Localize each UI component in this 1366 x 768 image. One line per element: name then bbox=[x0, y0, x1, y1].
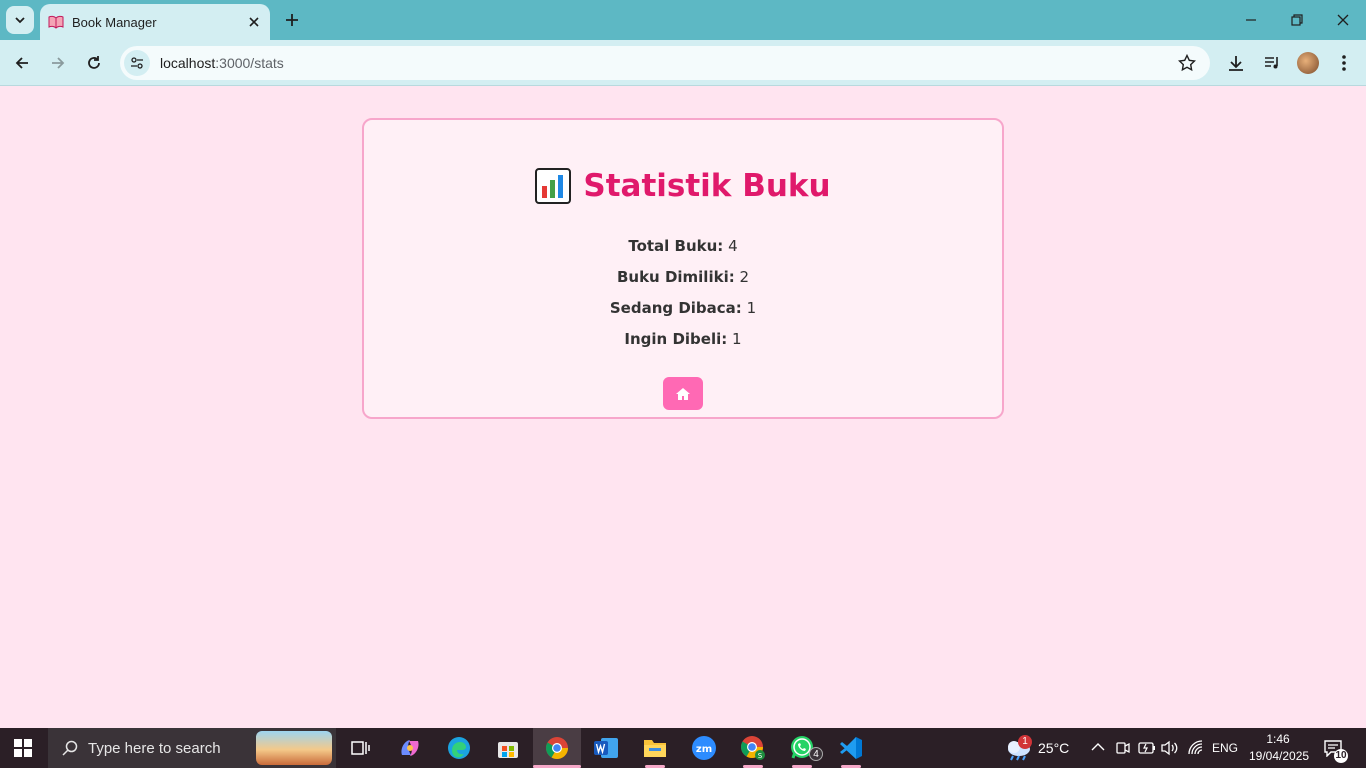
stat-value: 2 bbox=[739, 268, 750, 286]
edge-icon[interactable] bbox=[435, 728, 483, 768]
chrome-taskbar-icon[interactable] bbox=[533, 728, 581, 768]
svg-text:zm: zm bbox=[696, 744, 712, 755]
notification-count-badge: 10 bbox=[1334, 749, 1348, 763]
stat-total-books: Total Buku: 4 bbox=[364, 231, 1002, 262]
stat-value: 1 bbox=[732, 330, 742, 348]
restore-icon[interactable] bbox=[1287, 10, 1307, 30]
browser-tab[interactable]: Book Manager bbox=[40, 4, 270, 40]
new-tab-plus-icon[interactable] bbox=[282, 10, 302, 30]
stat-reading-books: Sedang Dibaca: 1 bbox=[364, 293, 1002, 324]
copilot-icon[interactable] bbox=[386, 728, 434, 768]
url-path: :3000/stats bbox=[215, 55, 284, 71]
browser-toolbar: localhost:3000/stats bbox=[0, 40, 1366, 86]
url-host: localhost bbox=[160, 55, 216, 71]
windows-start-icon[interactable] bbox=[14, 739, 32, 757]
taskbar-search-box[interactable]: Type here to search bbox=[48, 728, 336, 768]
stat-label: Sedang Dibaca: bbox=[609, 299, 742, 317]
media-control-icon[interactable] bbox=[1261, 52, 1283, 74]
bar-chart-icon bbox=[535, 168, 572, 204]
word-icon[interactable] bbox=[582, 728, 630, 768]
search-icon bbox=[62, 740, 78, 756]
chrome-profile-icon[interactable]: S bbox=[729, 728, 777, 768]
back-arrow-icon[interactable] bbox=[10, 51, 34, 75]
download-icon[interactable] bbox=[1225, 52, 1247, 74]
stat-label: Ingin Dibeli: bbox=[624, 330, 728, 348]
close-window-icon[interactable] bbox=[1333, 10, 1353, 30]
stat-value: 4 bbox=[728, 237, 738, 255]
tab-search-button[interactable] bbox=[6, 6, 34, 34]
wifi-icon[interactable] bbox=[1187, 740, 1205, 756]
search-placeholder: Type here to search bbox=[88, 739, 221, 757]
task-view-icon[interactable] bbox=[336, 728, 384, 768]
microsoft-store-icon[interactable] bbox=[484, 728, 532, 768]
chevron-down-icon bbox=[15, 17, 25, 24]
battery-icon[interactable] bbox=[1138, 741, 1156, 755]
stat-owned-books: Buku Dimiliki: 2 bbox=[364, 262, 1002, 293]
bookmark-star-icon[interactable] bbox=[1178, 54, 1196, 72]
book-favicon-icon bbox=[48, 14, 64, 30]
vscode-icon[interactable] bbox=[827, 728, 875, 768]
home-button[interactable] bbox=[663, 377, 703, 410]
clock-time[interactable]: 1:46 bbox=[1249, 732, 1307, 746]
stats-list: Total Buku: 4 Buku Dimiliki: 2 Sedang Di… bbox=[364, 231, 1002, 355]
zoom-icon[interactable]: zm bbox=[680, 728, 728, 768]
stats-card: Statistik Buku Total Buku: 4 Buku Dimili… bbox=[362, 118, 1004, 419]
svg-text:S: S bbox=[758, 752, 763, 760]
search-highlight-image bbox=[256, 731, 332, 765]
reload-icon[interactable] bbox=[82, 51, 106, 75]
address-bar[interactable]: localhost:3000/stats bbox=[120, 46, 1210, 80]
stat-label: Buku Dimiliki: bbox=[616, 268, 735, 286]
whatsapp-icon[interactable]: 4 bbox=[778, 728, 826, 768]
profile-avatar[interactable] bbox=[1297, 52, 1319, 74]
file-explorer-icon[interactable] bbox=[631, 728, 679, 768]
url-text: localhost:3000/stats bbox=[160, 55, 284, 71]
home-icon bbox=[676, 387, 690, 400]
site-info-icon[interactable] bbox=[124, 50, 150, 76]
whatsapp-badge: 4 bbox=[809, 747, 823, 761]
clock-date[interactable]: 19/04/2025 bbox=[1249, 749, 1309, 763]
stat-label: Total Buku: bbox=[628, 237, 724, 255]
menu-kebab-icon[interactable] bbox=[1333, 52, 1355, 74]
tray-chevron-up-icon[interactable] bbox=[1091, 742, 1105, 752]
stat-value: 1 bbox=[746, 299, 757, 317]
stat-wishlist-books: Ingin Dibeli: 1 bbox=[364, 324, 1002, 355]
windows-taskbar: Type here to search zm S 4 1 25°C ENG 1:… bbox=[0, 728, 1366, 768]
meet-now-icon[interactable] bbox=[1116, 740, 1130, 756]
tab-title: Book Manager bbox=[72, 14, 157, 30]
page-title: Statistik Buku bbox=[583, 168, 831, 204]
close-tab-icon[interactable] bbox=[246, 14, 262, 30]
weather-alert-badge: 1 bbox=[1018, 735, 1032, 749]
page-title-row: Statistik Buku bbox=[364, 164, 1002, 208]
weather-temperature: 25°C bbox=[1038, 740, 1070, 756]
browser-tab-bar: Book Manager bbox=[0, 0, 1366, 40]
volume-icon[interactable] bbox=[1161, 740, 1179, 756]
minimize-icon[interactable] bbox=[1241, 10, 1261, 30]
forward-arrow-icon[interactable] bbox=[46, 51, 70, 75]
language-indicator[interactable]: ENG bbox=[1212, 741, 1238, 755]
